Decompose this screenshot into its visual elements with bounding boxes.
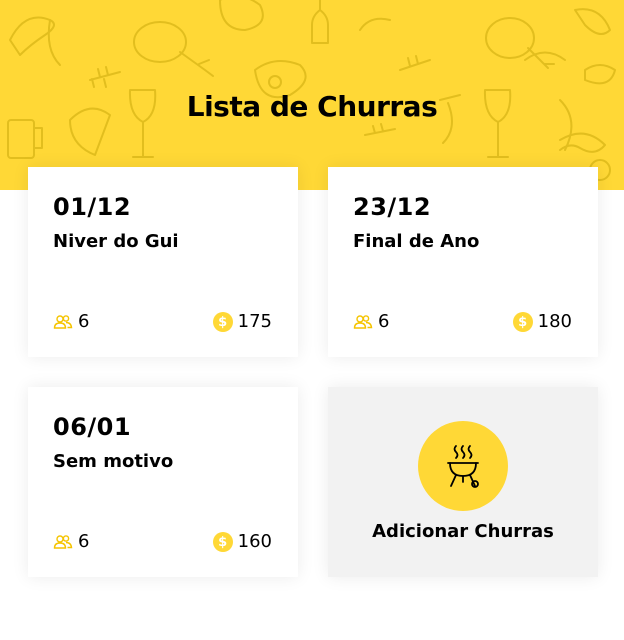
dollar-coin-icon: $ (212, 312, 233, 332)
page-title: Lista de Churras (186, 90, 438, 123)
people-count-value: 6 (78, 531, 90, 552)
churras-title: Final de Ano (353, 231, 480, 252)
people-icon (53, 535, 73, 549)
people-count: 6 (353, 311, 389, 333)
churras-date: 23/12 (353, 193, 432, 221)
total-amount-value: 180 (537, 311, 572, 332)
churras-card[interactable]: 01/12 Niver do Gui 6 $ 175 (28, 167, 298, 357)
people-count: 6 (53, 531, 89, 553)
header-banner: Lista de Churras (0, 0, 624, 190)
total-amount: $ 160 (212, 531, 272, 553)
dollar-coin-icon: $ (512, 312, 533, 332)
dollar-coin-icon: $ (212, 532, 233, 552)
people-count-value: 6 (378, 311, 390, 332)
churras-title: Niver do Gui (53, 231, 179, 252)
grill-icon (447, 445, 479, 488)
add-churras-button[interactable]: Adicionar Churras (328, 387, 598, 577)
churras-date: 01/12 (53, 193, 132, 221)
people-count: 6 (53, 311, 89, 333)
churras-date: 06/01 (53, 413, 132, 441)
add-churras-icon-circle (418, 421, 508, 511)
churras-title: Sem motivo (53, 451, 174, 472)
people-icon (353, 315, 373, 329)
people-icon (53, 315, 73, 329)
add-churras-label: Adicionar Churras (372, 521, 554, 542)
total-amount-value: 175 (237, 311, 272, 332)
people-count-value: 6 (78, 311, 90, 332)
total-amount-value: 160 (237, 531, 272, 552)
total-amount: $ 175 (212, 311, 272, 333)
churras-card[interactable]: 06/01 Sem motivo 6 $ 160 (28, 387, 298, 577)
churras-card[interactable]: 23/12 Final de Ano 6 $ 180 (328, 167, 598, 357)
total-amount: $ 180 (512, 311, 572, 333)
